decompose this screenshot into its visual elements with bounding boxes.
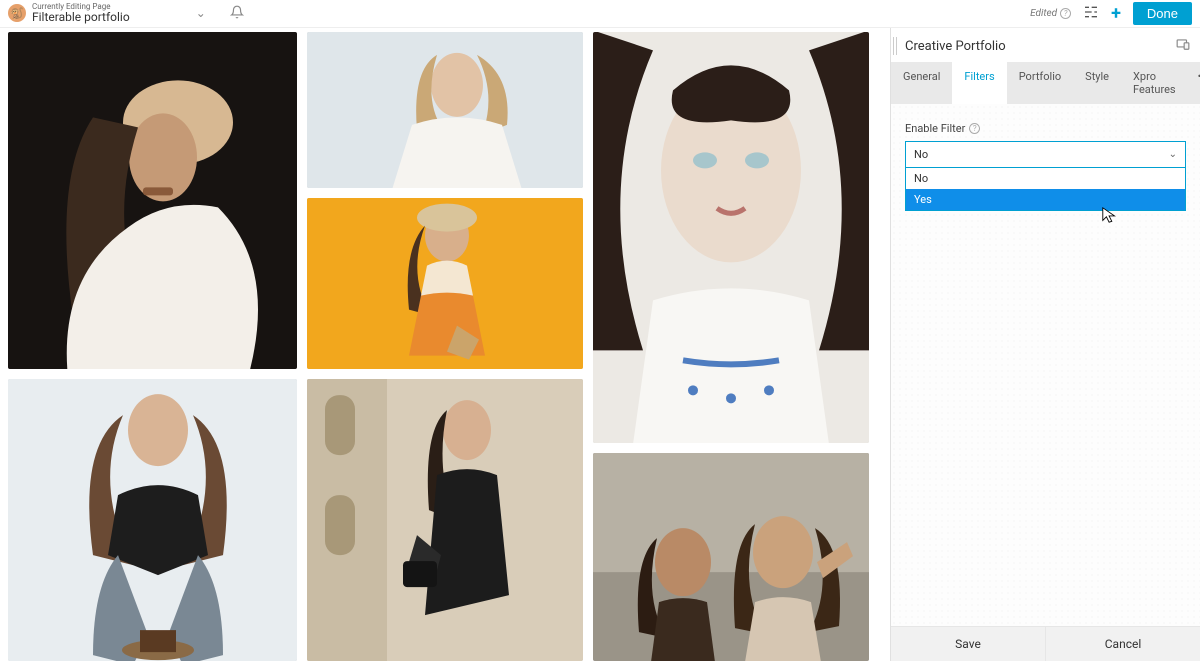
page-switcher-chevron-icon[interactable]: ⌄: [196, 6, 206, 20]
outline-panel-icon[interactable]: [1083, 4, 1099, 24]
save-button[interactable]: Save: [891, 627, 1045, 661]
tab-more[interactable]: •••: [1188, 62, 1200, 104]
panel-footer: Save Cancel: [891, 626, 1200, 661]
portfolio-image[interactable]: [8, 32, 297, 369]
tab-portfolio[interactable]: Portfolio: [1007, 62, 1073, 104]
settings-panel: Creative Portfolio General Filters Portf…: [890, 28, 1200, 661]
top-bar-right: Edited ? + Done: [1030, 2, 1192, 25]
cancel-button[interactable]: Cancel: [1045, 627, 1200, 661]
panel-body: Enable Filter ? No ⌄ No Yes: [891, 104, 1200, 626]
portfolio-image[interactable]: [593, 32, 869, 443]
main-area: Creative Portfolio General Filters Portf…: [0, 28, 1200, 661]
tab-general[interactable]: General: [891, 62, 952, 104]
portfolio-image[interactable]: [593, 453, 869, 661]
enable-filter-label: Enable Filter: [905, 122, 965, 135]
portfolio-image[interactable]: [307, 379, 583, 661]
page-title: Filterable portfolio: [32, 11, 130, 24]
enable-filter-select-box[interactable]: No ⌄: [905, 141, 1186, 168]
drag-handle-icon[interactable]: [893, 37, 899, 55]
done-button[interactable]: Done: [1133, 2, 1192, 25]
tab-xpro-features[interactable]: Xpro Features: [1121, 62, 1188, 104]
portfolio-column-1: [8, 32, 297, 661]
portfolio-image[interactable]: [8, 379, 297, 661]
page-meta[interactable]: Currently Editing Page Filterable portfo…: [32, 3, 130, 24]
panel-tabs: General Filters Portfolio Style Xpro Fea…: [891, 62, 1200, 104]
enable-filter-label-row: Enable Filter ?: [905, 122, 1186, 135]
portfolio-column-2: [307, 32, 583, 661]
top-bar-left: 🐒 Currently Editing Page Filterable port…: [8, 3, 244, 24]
notifications-bell-icon[interactable]: [230, 4, 244, 23]
enable-filter-option-yes[interactable]: Yes: [906, 189, 1185, 210]
portfolio-image[interactable]: [307, 32, 583, 188]
edited-help-icon[interactable]: ?: [1060, 8, 1071, 19]
portfolio-column-3: [593, 32, 869, 661]
portfolio-image[interactable]: [307, 198, 583, 369]
tab-style[interactable]: Style: [1073, 62, 1121, 104]
panel-title: Creative Portfolio: [905, 39, 1006, 54]
chevron-down-icon: ⌄: [1169, 149, 1177, 160]
enable-filter-help-icon[interactable]: ?: [969, 123, 980, 134]
panel-header[interactable]: Creative Portfolio: [891, 28, 1200, 62]
enable-filter-select[interactable]: No ⌄ No Yes: [905, 141, 1186, 168]
editor-canvas[interactable]: [0, 28, 890, 661]
add-module-plus-icon[interactable]: +: [1111, 3, 1121, 24]
responsive-toggle-icon[interactable]: [1176, 38, 1190, 54]
tab-filters[interactable]: Filters: [952, 62, 1006, 104]
top-bar: 🐒 Currently Editing Page Filterable port…: [0, 0, 1200, 28]
enable-filter-option-no[interactable]: No: [906, 168, 1185, 189]
edited-label: Edited: [1030, 8, 1057, 19]
builder-logo-icon[interactable]: 🐒: [8, 4, 26, 22]
enable-filter-dropdown: No Yes: [905, 168, 1186, 211]
enable-filter-value: No: [914, 148, 928, 161]
edited-status: Edited ?: [1030, 8, 1071, 19]
